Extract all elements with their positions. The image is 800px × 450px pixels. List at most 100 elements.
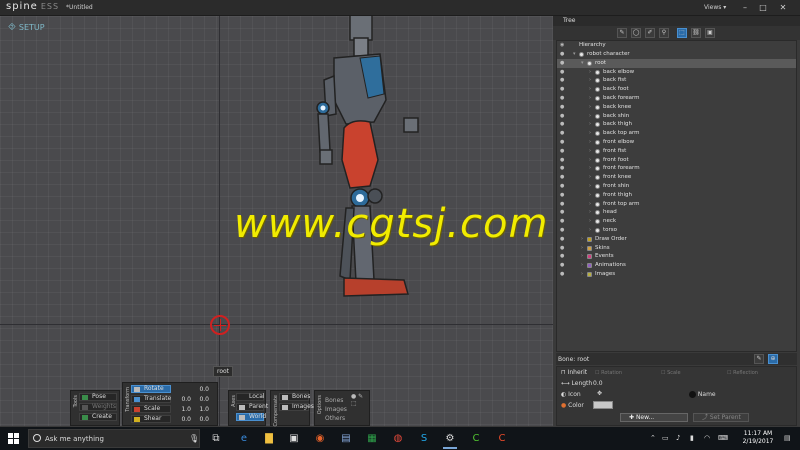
visibility-dot-icon[interactable]: ● xyxy=(560,85,564,94)
set-parent-button[interactable]: ⤴ Set Parent xyxy=(693,413,749,422)
recorder-icon[interactable]: C xyxy=(493,430,511,447)
visibility-dot-icon[interactable]: ● xyxy=(560,112,564,121)
tree-item[interactable]: ● › Skins xyxy=(557,244,796,253)
visibility-dot-icon[interactable]: ● xyxy=(560,120,564,129)
tree-view[interactable]: ◉ Hierarchy ● ▾ robot character ● ▾ root ● › bac… xyxy=(556,40,797,352)
spreadsheet-icon[interactable]: ▦ xyxy=(363,430,381,447)
expand-toggle-icon[interactable]: › xyxy=(581,270,583,279)
rotate-button[interactable]: Rotate xyxy=(131,385,171,393)
maximize-icon[interactable]: □ xyxy=(756,2,770,13)
spine-taskbar-icon[interactable]: ⚙ xyxy=(441,430,459,449)
tree-item[interactable]: ● › back fist xyxy=(557,76,796,85)
microphone-icon[interactable]: 🎙 xyxy=(189,434,199,443)
tree-item[interactable]: ● › head xyxy=(557,208,796,217)
notification-icon[interactable]: ▤ xyxy=(784,434,791,442)
expand-toggle-icon[interactable]: › xyxy=(589,191,591,200)
shear-button[interactable]: Shear xyxy=(131,415,171,423)
scale-x-value[interactable]: 1.0 xyxy=(173,406,191,413)
visibility-dot-icon[interactable]: ● xyxy=(560,164,564,173)
shear-x-value[interactable]: 0.0 xyxy=(173,416,191,423)
camtasia-icon[interactable]: C xyxy=(467,430,485,447)
visibility-dot-icon[interactable]: ● xyxy=(560,156,564,165)
expand-toggle-icon[interactable]: › xyxy=(589,182,591,191)
tree-item[interactable]: ● › Events xyxy=(557,252,796,261)
bone-info-icon[interactable]: ✎ xyxy=(754,354,764,364)
translate-x-value[interactable]: 0.0 xyxy=(173,396,191,403)
link-tool-icon[interactable]: ⛓ xyxy=(691,28,701,38)
scale-y-value[interactable]: 1.0 xyxy=(191,406,209,413)
tree-item[interactable]: ● › back forearm xyxy=(557,94,796,103)
compensate-bones-button[interactable]: Bones xyxy=(279,393,310,401)
visibility-dot-icon[interactable]: ● xyxy=(560,270,564,279)
tree-item[interactable]: ● › back elbow xyxy=(557,68,796,77)
create-button[interactable]: Create xyxy=(79,413,117,421)
expand-toggle-icon[interactable]: › xyxy=(589,200,591,209)
visibility-dot-icon[interactable]: ● xyxy=(560,261,564,270)
inherit-reflection-checkbox[interactable]: ☐ Reflection xyxy=(727,370,758,376)
language-icon[interactable]: ⌨ xyxy=(718,434,728,442)
visibility-dot-icon[interactable]: ● xyxy=(560,217,564,226)
expand-toggle-icon[interactable]: › xyxy=(589,76,591,85)
tree-item[interactable]: ● › front thigh xyxy=(557,191,796,200)
expand-toggle-icon[interactable]: › xyxy=(589,112,591,121)
expand-toggle-icon[interactable]: › xyxy=(589,164,591,173)
expand-toggle-icon[interactable]: › xyxy=(589,129,591,138)
visibility-dot-icon[interactable]: ● xyxy=(560,68,564,77)
expand-toggle-icon[interactable]: › xyxy=(581,261,583,270)
translate-button[interactable]: Translate xyxy=(131,395,171,403)
expand-toggle-icon[interactable]: › xyxy=(589,217,591,226)
expand-toggle-icon[interactable]: › xyxy=(589,120,591,129)
chevron-up-icon[interactable]: ⌃ xyxy=(650,434,656,442)
tree-item[interactable]: ● › torso xyxy=(557,226,796,235)
translate-y-value[interactable]: 0.0 xyxy=(191,396,209,403)
visibility-dot-icon[interactable]: ● xyxy=(560,103,564,112)
visibility-dot-icon[interactable]: ● xyxy=(560,173,564,182)
expand-toggle-icon[interactable]: › xyxy=(589,226,591,235)
path-tool-icon[interactable]: ◯ xyxy=(631,28,641,38)
volume-icon[interactable]: ♪ xyxy=(676,434,680,442)
bone-tool-icon[interactable]: ✎ xyxy=(617,28,627,38)
expand-toggle-icon[interactable]: › xyxy=(589,68,591,77)
media-icon[interactable]: ▤ xyxy=(337,430,355,447)
firefox-icon[interactable]: ◉ xyxy=(311,430,329,447)
color-swatch[interactable] xyxy=(593,401,613,409)
root-bone-marker[interactable] xyxy=(210,315,230,335)
expand-toggle-icon[interactable]: › xyxy=(589,94,591,103)
tree-item[interactable]: ● › front elbow xyxy=(557,138,796,147)
tree-item[interactable]: ● › front top arm xyxy=(557,200,796,209)
expand-toggle-icon[interactable]: ▾ xyxy=(581,59,584,68)
setup-mode-indicator[interactable]: ⯑ SETUP xyxy=(8,22,45,33)
tree-item[interactable]: ● › front fist xyxy=(557,147,796,156)
expand-toggle-icon[interactable]: › xyxy=(589,147,591,156)
visibility-dot-icon[interactable]: ● xyxy=(560,244,564,253)
visibility-dot-icon[interactable]: ● xyxy=(560,200,564,209)
expand-toggle-icon[interactable]: › xyxy=(589,173,591,182)
chrome-icon[interactable]: ◍ xyxy=(389,430,407,447)
system-clock[interactable]: 11:17 AM 2/19/2017 xyxy=(736,430,780,446)
edge-icon[interactable]: e xyxy=(235,430,253,447)
wifi-icon[interactable]: ◠ xyxy=(704,434,710,442)
tree-item[interactable]: ● › front knee xyxy=(557,173,796,182)
file-explorer-icon[interactable]: ▇ xyxy=(260,430,278,447)
visibility-dot-icon[interactable]: ● xyxy=(560,147,564,156)
visibility-dot-icon[interactable]: ● xyxy=(560,208,564,217)
tree-item[interactable]: ● › Images xyxy=(557,270,796,279)
windows-start-icon[interactable] xyxy=(8,433,19,444)
paint-tool-icon[interactable]: ✐ xyxy=(645,28,655,38)
tree-item[interactable]: ● › back thigh xyxy=(557,120,796,129)
expand-toggle-icon[interactable]: › xyxy=(589,208,591,217)
expand-toggle-icon[interactable]: › xyxy=(581,252,583,261)
scale-button[interactable]: Scale xyxy=(131,405,171,413)
expand-toggle-icon[interactable]: › xyxy=(589,103,591,112)
visibility-dot-icon[interactable]: ● xyxy=(560,226,564,235)
tree-item[interactable]: ● › front forearm xyxy=(557,164,796,173)
visibility-dot-icon[interactable]: ● xyxy=(560,138,564,147)
tree-item[interactable]: ● › back knee xyxy=(557,103,796,112)
close-icon[interactable]: ✕ xyxy=(776,2,790,13)
robot-character-image[interactable] xyxy=(300,16,430,310)
local-axes-button[interactable]: Local xyxy=(236,393,265,401)
pose-button[interactable]: Pose xyxy=(79,393,117,401)
visibility-dot-icon[interactable]: ● xyxy=(560,94,564,103)
app-logo[interactable]: spine ESS xyxy=(6,1,59,12)
rotate-value[interactable]: 0.0 xyxy=(191,386,209,393)
